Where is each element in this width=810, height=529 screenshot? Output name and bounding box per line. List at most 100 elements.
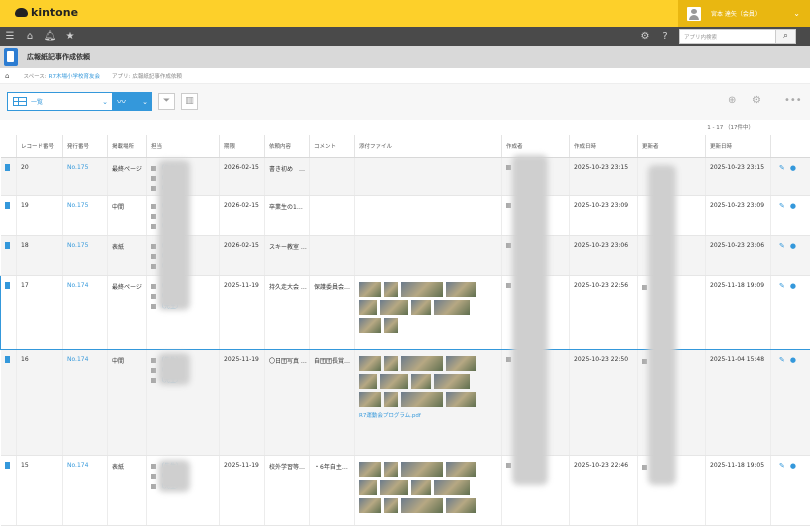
attachment-thumbnail[interactable] bbox=[446, 461, 476, 477]
add-record-icon[interactable]: ⊕ bbox=[728, 95, 736, 106]
add-icon[interactable]: ● bbox=[790, 356, 796, 364]
attachment-thumbnail[interactable] bbox=[359, 461, 381, 477]
attachment-thumbnail[interactable] bbox=[359, 281, 381, 297]
edit-icon[interactable]: ✎ bbox=[779, 242, 785, 250]
issue-number-link[interactable]: No.175 bbox=[62, 235, 108, 276]
record-detail-icon[interactable] bbox=[4, 241, 10, 249]
add-icon[interactable]: ● bbox=[790, 202, 796, 210]
attachment-thumbnail[interactable] bbox=[384, 355, 398, 371]
attachment-thumbnail[interactable] bbox=[446, 281, 476, 297]
attachment-thumbnail[interactable] bbox=[359, 299, 377, 315]
star-icon[interactable]: ★ bbox=[60, 31, 80, 42]
search-icon[interactable]: ⌕ bbox=[776, 29, 796, 44]
record-detail-icon[interactable] bbox=[4, 201, 10, 209]
bell-icon[interactable]: 🔔︎ bbox=[40, 31, 60, 42]
edit-icon[interactable]: ✎ bbox=[779, 462, 785, 470]
attachment-thumbnail[interactable] bbox=[359, 373, 377, 389]
column-header[interactable]: コメント bbox=[309, 135, 355, 158]
attachment-thumbnail[interactable] bbox=[359, 497, 381, 513]
column-header[interactable]: 発行番号 bbox=[62, 135, 108, 158]
attachment-thumbnail[interactable] bbox=[359, 355, 381, 371]
home-icon[interactable]: ⌂ bbox=[5, 72, 9, 80]
attachment-thumbnail[interactable] bbox=[411, 299, 431, 315]
attachment-thumbnail[interactable] bbox=[384, 391, 398, 407]
column-header[interactable]: 添付ファイル bbox=[354, 135, 502, 158]
column-header[interactable]: 作成者 bbox=[501, 135, 570, 158]
table-row[interactable]: 19No.175中間（先生）（先生）（先生）2026-02-15卒業生の1…20… bbox=[0, 195, 810, 236]
more-icon[interactable]: ••• bbox=[784, 95, 802, 106]
record-detail-icon[interactable] bbox=[4, 163, 10, 171]
attachment-thumbnail[interactable] bbox=[411, 479, 431, 495]
add-icon[interactable]: ● bbox=[790, 282, 796, 290]
attachment-thumbnail[interactable] bbox=[401, 497, 443, 513]
add-icon[interactable]: ● bbox=[790, 164, 796, 172]
column-header[interactable] bbox=[0, 135, 17, 158]
edit-icon[interactable]: ✎ bbox=[779, 356, 785, 364]
add-icon[interactable]: ● bbox=[790, 242, 796, 250]
gear-icon[interactable]: ⚙ bbox=[635, 31, 655, 42]
record-detail-icon[interactable] bbox=[4, 355, 10, 363]
attachment-thumbnail[interactable] bbox=[384, 281, 398, 297]
user-menu[interactable]: 宮本 達矢（会員） ⌄ bbox=[678, 0, 810, 27]
attachment-thumbnail[interactable] bbox=[446, 391, 476, 407]
attachment-thumbnail[interactable] bbox=[384, 497, 398, 513]
edit-icon[interactable]: ✎ bbox=[779, 164, 785, 172]
column-header[interactable] bbox=[770, 135, 810, 158]
menu-icon[interactable]: ☰ bbox=[0, 31, 20, 42]
graph-button[interactable]: 〰 ⌄ bbox=[113, 92, 152, 111]
attachment-thumbnail[interactable] bbox=[434, 299, 470, 315]
table-row[interactable]: 20No.175最終ページ（先生）（先生）（先生）2026-02-15書き初め … bbox=[0, 157, 810, 196]
record-detail-icon[interactable] bbox=[4, 461, 10, 469]
issue-number-link[interactable]: No.175 bbox=[62, 195, 108, 236]
edit-icon[interactable]: ✎ bbox=[779, 202, 785, 210]
column-header[interactable]: 作成日時 bbox=[569, 135, 638, 158]
row-actions: ✎ ● bbox=[770, 235, 810, 276]
attachment-thumbnail[interactable] bbox=[401, 281, 443, 297]
attachment-thumbnail[interactable] bbox=[446, 355, 476, 371]
attachment-thumbnail[interactable] bbox=[401, 355, 443, 371]
attachment-thumbnail[interactable] bbox=[380, 373, 408, 389]
column-header[interactable]: 更新日時 bbox=[705, 135, 771, 158]
attachment-thumbnail[interactable] bbox=[380, 479, 408, 495]
table-row[interactable]: 16No.174中間（先生）（先生）（先生）2025-11-19〇日団写真 …自… bbox=[0, 349, 810, 456]
column-header[interactable]: 更新者 bbox=[637, 135, 706, 158]
issue-number-link[interactable]: No.174 bbox=[62, 455, 108, 526]
attachment-thumbnail[interactable] bbox=[434, 373, 470, 389]
search-input[interactable]: アプリ内検索 bbox=[679, 29, 776, 44]
attachment-thumbnail[interactable] bbox=[434, 479, 470, 495]
attachment-thumbnail[interactable] bbox=[384, 461, 398, 477]
record-detail-icon[interactable] bbox=[5, 281, 10, 289]
help-icon[interactable]: ? bbox=[655, 31, 675, 42]
column-header[interactable]: レコード番号 bbox=[16, 135, 63, 158]
attachment-thumbnail[interactable] bbox=[359, 317, 381, 333]
column-header[interactable]: 掲載場所 bbox=[107, 135, 147, 158]
kintone-logo[interactable]: kintone bbox=[15, 6, 78, 19]
attachment-thumbnail[interactable] bbox=[411, 373, 431, 389]
attachment-thumbnail[interactable] bbox=[401, 461, 443, 477]
breadcrumb-space-link[interactable]: R7木場小学校育友会 bbox=[49, 72, 100, 80]
updated-at: 2025-11-04 15:48 bbox=[705, 349, 771, 456]
issue-number-link[interactable]: No.174 bbox=[62, 349, 108, 456]
chart-button[interactable]: ▥ bbox=[181, 93, 198, 110]
table-row[interactable]: 18No.175表紙（先生）（先生）（先生）2026-02-15スキー教室 …2… bbox=[0, 235, 810, 276]
settings-icon[interactable]: ⚙ bbox=[752, 95, 761, 106]
add-icon[interactable]: ● bbox=[790, 462, 796, 470]
attachment-thumbnail[interactable] bbox=[401, 391, 443, 407]
home-icon[interactable]: ⌂ bbox=[20, 31, 40, 42]
attachment-thumbnail[interactable] bbox=[384, 317, 398, 333]
attachment-file-link[interactable]: R7運動会プログラム.pdf bbox=[359, 411, 501, 419]
table-row[interactable]: 15No.174表紙（先生）（先生）（先生）2025-11-19校外学習等…・6… bbox=[0, 455, 810, 526]
view-select[interactable]: 一覧 ⌄ bbox=[7, 92, 113, 111]
edit-icon[interactable]: ✎ bbox=[779, 282, 785, 290]
attachment-thumbnail[interactable] bbox=[359, 479, 377, 495]
column-header[interactable]: 依頼内容 bbox=[264, 135, 310, 158]
column-header[interactable]: 期限 bbox=[219, 135, 265, 158]
attachment-thumbnail[interactable] bbox=[359, 391, 381, 407]
attachment-thumbnail[interactable] bbox=[380, 299, 408, 315]
issue-number-link[interactable]: No.175 bbox=[62, 157, 108, 196]
filter-button[interactable]: ⏷ bbox=[158, 93, 175, 110]
attachment-thumbnail[interactable] bbox=[446, 497, 476, 513]
table-row[interactable]: 17No.174最終ページ（先生）（先生）（先生）2025-11-19持久走大会… bbox=[0, 274, 810, 350]
column-header[interactable]: 担当 bbox=[146, 135, 220, 158]
issue-number-link[interactable]: No.174 bbox=[62, 274, 108, 350]
